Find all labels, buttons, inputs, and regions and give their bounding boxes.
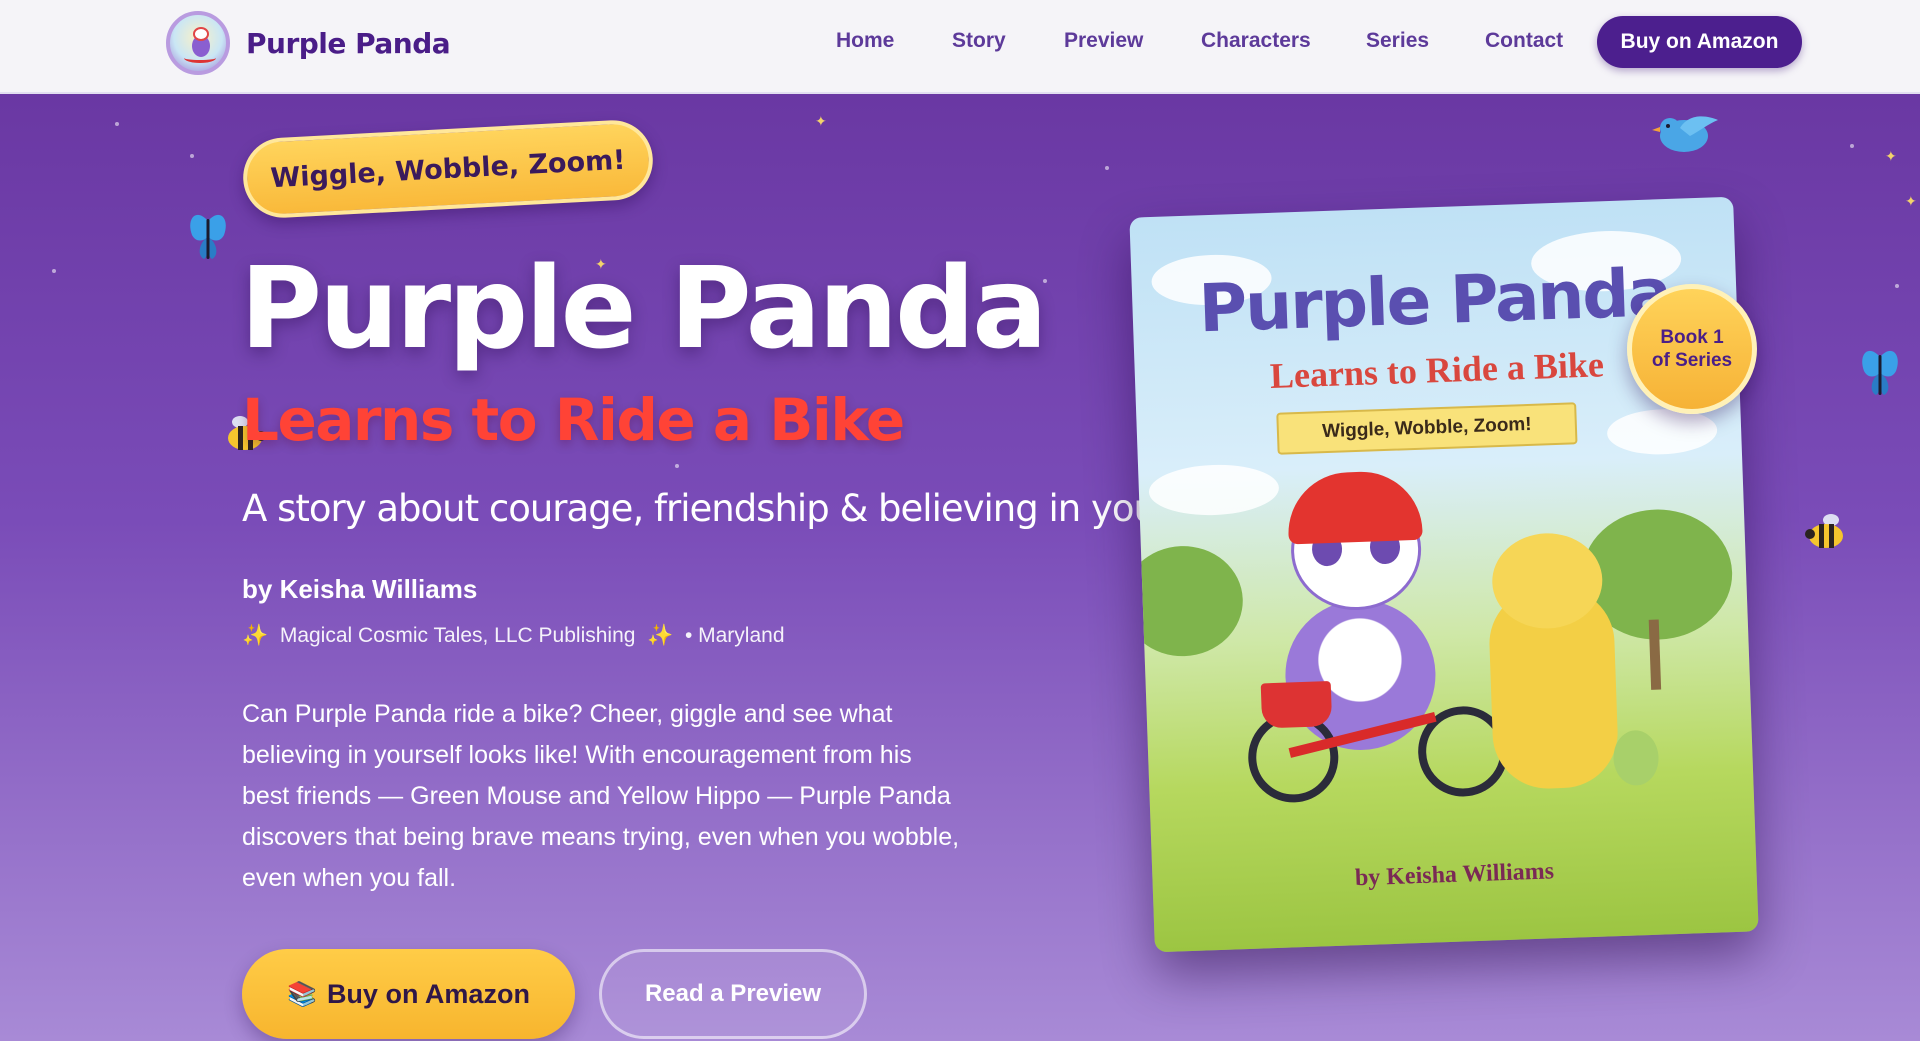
sparkle-icon: ✨ (242, 624, 269, 647)
butterfly-icon (1862, 350, 1898, 395)
hero-description: Can Purple Panda ride a bike? Cheer, gig… (242, 700, 960, 892)
bird-icon (1652, 116, 1718, 152)
mouse-illustration (1612, 729, 1660, 787)
publisher-name: Magical Cosmic Tales, LLC Publishing (279, 624, 636, 647)
hero-subtitle: Learns to Ride a Bike (242, 386, 905, 454)
series-badge-line2: of Series (1651, 350, 1733, 371)
nav-link-home[interactable]: Home (836, 29, 894, 53)
nav-link-series[interactable]: Series (1366, 29, 1429, 53)
nav-link-preview[interactable]: Preview (1064, 29, 1143, 53)
nav-link-story[interactable]: Story (952, 29, 1006, 53)
publisher-location: • Maryland (684, 624, 785, 647)
hero-section: ✦ ✦ ✦ ✦ Wiggle, Wobble, Zoom! Purple Pan… (0, 94, 1920, 1041)
tagline-badge: Wiggle, Wobble, Zoom! (241, 118, 655, 220)
books-icon: 📚 (287, 980, 317, 1008)
publisher-line: ✨ Magical Cosmic Tales, LLC Publishing ✨… (242, 624, 785, 648)
brand-logo (166, 11, 230, 75)
hero-lead: A story about courage, friendship & beli… (242, 487, 1233, 530)
read-preview-button[interactable]: Read a Preview (599, 949, 867, 1039)
tagline-text: Wiggle, Wobble, Zoom! (269, 144, 627, 194)
hero-author: by Keisha Williams (242, 574, 478, 604)
sparkle-icon: ✦ (815, 114, 827, 130)
brand-name: Purple Panda (246, 26, 451, 60)
nav-link-contact[interactable]: Contact (1485, 29, 1563, 53)
butterfly-icon (190, 214, 226, 259)
hero-title: Purple Panda (240, 244, 1048, 374)
sparkle-icon: ✦ (1885, 149, 1897, 165)
nav-link-characters[interactable]: Characters (1201, 29, 1311, 53)
series-badge-line1: Book 1 (1660, 327, 1724, 348)
top-nav: Purple Panda Home Story Preview Characte… (0, 0, 1920, 94)
series-badge: Book 1 of Series (1627, 284, 1757, 414)
buy-amazon-label: Buy on Amazon (326, 978, 530, 1009)
nav-buy-amazon-button[interactable]: Buy on Amazon (1597, 16, 1802, 68)
buy-amazon-button[interactable]: 📚 Buy on Amazon (242, 949, 575, 1039)
brand[interactable]: Purple Panda (166, 11, 451, 75)
sparkle-icon: ✦ (1905, 194, 1917, 210)
book-cover-author: by Keisha Williams (1354, 858, 1555, 892)
bee-icon (1805, 514, 1843, 548)
book-cover-banner: Wiggle, Wobble, Zoom! (1276, 402, 1578, 455)
sparkle-icon: ✨ (647, 624, 674, 647)
